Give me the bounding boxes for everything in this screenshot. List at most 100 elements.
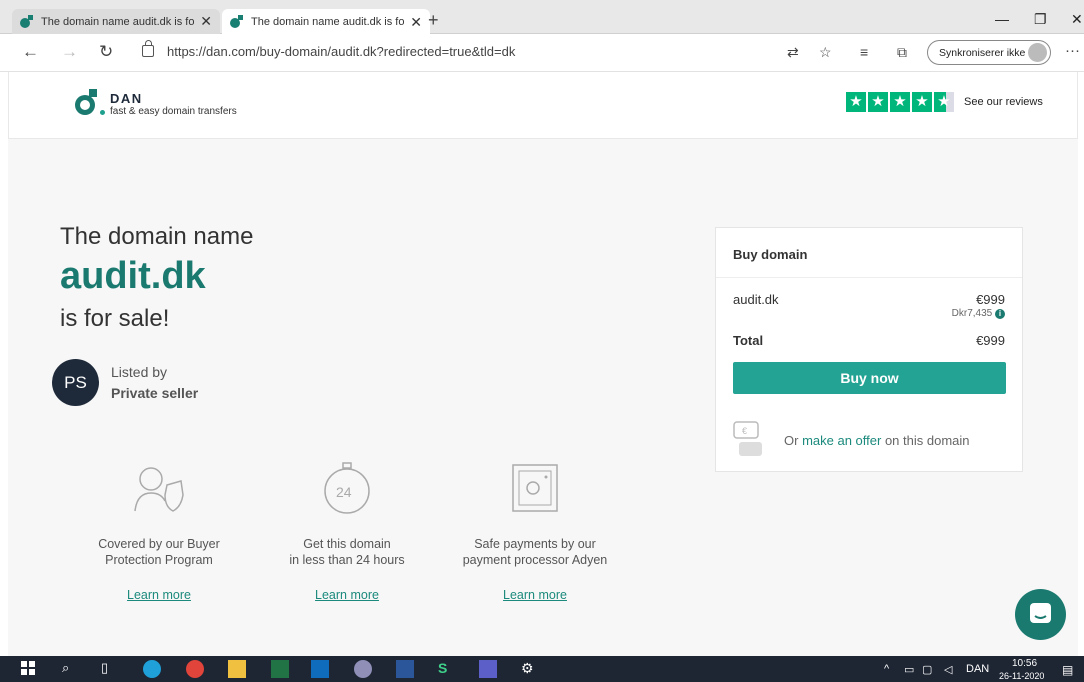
star-icon: ★ [868, 92, 888, 112]
feature-line: payment processor Adyen [462, 553, 608, 567]
chrome-icon[interactable] [186, 660, 204, 678]
windows-taskbar: ⌕ ▯ S ⚙ ^ ▭ ▢ ◁ DAN 10:56 26-11-2020 ▤ [0, 656, 1084, 682]
feature-line: Protection Program [105, 553, 213, 567]
app-icon[interactable] [354, 660, 372, 678]
safe-payment-icon [512, 464, 558, 512]
svg-text:24: 24 [336, 484, 352, 500]
close-window-button[interactable]: ✕ [1071, 11, 1083, 28]
dan-favicon-icon [20, 14, 34, 29]
address-bar[interactable]: https://dan.com/buy-domain/audit.dk?redi… [167, 44, 515, 59]
site-header: DAN fast & easy domain transfers ★ ★ ★ ★… [8, 72, 1078, 139]
file-explorer-icon[interactable] [228, 660, 246, 678]
feature-line: in less than 24 hours [289, 553, 405, 567]
restore-button[interactable]: ❐ [1034, 11, 1047, 28]
total-price: €999 [976, 333, 1005, 348]
learn-more-link[interactable]: Learn more [127, 588, 191, 602]
tab-title: The domain name audit.dk is for [41, 15, 195, 28]
hero-sale-text: is for sale! [60, 305, 170, 332]
teams-icon[interactable] [479, 660, 497, 678]
star-icon: ★ [890, 92, 910, 112]
more-menu-button[interactable]: ··· [1065, 42, 1080, 59]
clock-date[interactable]: 26-11-2020 [999, 671, 1044, 681]
total-label: Total [733, 333, 764, 348]
feature-24-hours: 24 Get this domain in less than 24 hours… [252, 461, 442, 604]
profile-avatar-icon [1028, 43, 1047, 62]
feature-safe-payments: Safe payments by our payment processor A… [440, 461, 630, 604]
offer-text: Or make an offer on this domain [784, 433, 970, 448]
browser-tab[interactable]: The domain name audit.dk is for ✕ [12, 9, 220, 34]
notifications-icon[interactable]: ▤ [1062, 663, 1073, 677]
profile-sync-button[interactable]: Synkroniserer ikke [927, 40, 1051, 65]
chat-bubble-icon [1030, 603, 1051, 623]
excel-icon[interactable] [271, 660, 289, 678]
star-icon: ★ [912, 92, 932, 112]
language-indicator[interactable]: DAN [966, 663, 989, 675]
local-price: Dkr7,435 i [952, 308, 1005, 319]
sync-label: Synkroniserer ikke [939, 46, 1026, 59]
chat-launcher-button[interactable] [1015, 589, 1066, 640]
favorite-star-icon[interactable]: ☆ [819, 44, 832, 61]
lock-icon[interactable] [142, 40, 154, 57]
brand-name[interactable]: DAN [110, 91, 143, 106]
collections-icon[interactable]: ⧉ [897, 44, 907, 61]
make-offer-link[interactable]: make an offer [802, 433, 881, 448]
word-icon[interactable] [396, 660, 414, 678]
offer-chat-icon: € [733, 421, 762, 456]
search-icon[interactable]: ⌕ [62, 660, 80, 678]
feature-line: Safe payments by our [474, 537, 596, 551]
hero-lead: The domain name [60, 223, 254, 250]
browser-tab-active[interactable]: The domain name audit.dk is for ✕ [222, 9, 430, 35]
tab-close-icon[interactable]: ✕ [410, 14, 422, 31]
edge-icon[interactable] [143, 660, 161, 678]
total-row: Total €999 [733, 333, 1005, 348]
settings-icon[interactable]: ⚙ [521, 660, 539, 678]
tray-expand-icon[interactable]: ^ [884, 663, 889, 675]
card-title: Buy domain [716, 228, 1022, 278]
skype-icon[interactable]: S [438, 660, 456, 678]
feature-line: Get this domain [303, 537, 391, 551]
star-icon: ★ [846, 92, 866, 112]
brand-tagline: fast & easy domain transfers [110, 106, 237, 117]
see-reviews-link[interactable]: See our reviews [964, 96, 1043, 108]
feature-line: Covered by our Buyer [98, 537, 220, 551]
info-icon[interactable]: i [995, 309, 1005, 319]
translate-icon[interactable]: ⇄ [787, 44, 799, 61]
listed-by-label: Listed by [111, 364, 168, 380]
forward-button[interactable]: → [61, 42, 78, 62]
browser-toolbar: ← → ↻ https://dan.com/buy-domain/audit.d… [0, 34, 1084, 72]
volume-icon[interactable]: ◁ [944, 663, 952, 676]
seller-name: Private seller [111, 385, 199, 401]
buyer-protection-icon [134, 467, 184, 512]
learn-more-link[interactable]: Learn more [503, 588, 567, 602]
new-tab-button[interactable]: + [428, 10, 439, 31]
feature-buyer-protection: Covered by our Buyer Protection Program … [64, 461, 254, 604]
trustpilot-rating[interactable]: ★ ★ ★ ★ ★ [846, 92, 954, 112]
svg-text:€: € [742, 426, 747, 436]
minimize-button[interactable]: — [995, 11, 1009, 27]
half-star-icon: ★ [934, 92, 954, 112]
learn-more-link[interactable]: Learn more [315, 588, 379, 602]
item-price: €999 [976, 292, 1005, 307]
outlook-icon[interactable] [311, 660, 329, 678]
buy-now-button[interactable]: Buy now [733, 362, 1006, 394]
refresh-button[interactable]: ↻ [99, 42, 113, 62]
clock-time[interactable]: 10:56 [1012, 658, 1037, 669]
main-content: The domain name audit.dk is for sale! PS… [8, 139, 1078, 656]
buy-domain-card: Buy domain audit.dk €999 Dkr7,435 i Tota… [715, 227, 1023, 472]
favorites-list-icon[interactable]: ≡ [860, 44, 868, 60]
item-name: audit.dk [733, 292, 779, 307]
network-icon[interactable]: ▢ [922, 663, 932, 676]
dan-logo-icon[interactable] [75, 89, 105, 119]
seller-avatar: PS [52, 359, 99, 406]
battery-icon[interactable]: ▭ [904, 663, 914, 676]
price-row: audit.dk €999 [733, 292, 1005, 307]
tab-close-icon[interactable]: ✕ [200, 13, 212, 30]
browser-tab-bar: The domain name audit.dk is for ✕ The do… [0, 0, 1084, 35]
24-hour-clock-icon: 24 [324, 462, 370, 514]
back-button[interactable]: ← [22, 42, 39, 62]
windows-start-icon[interactable] [20, 660, 38, 678]
domain-title: audit.dk [60, 255, 206, 297]
tab-title: The domain name audit.dk is for [251, 16, 405, 28]
task-view-icon[interactable]: ▯ [101, 660, 119, 678]
dan-favicon-icon [230, 15, 244, 29]
